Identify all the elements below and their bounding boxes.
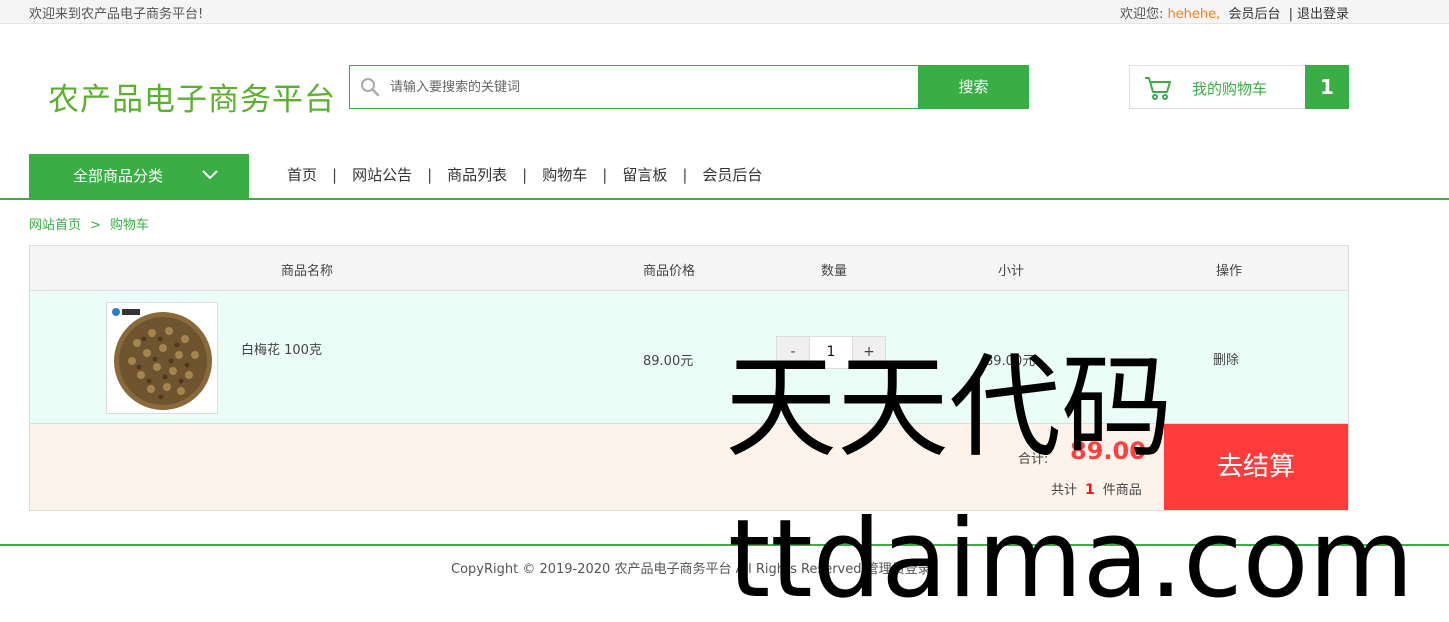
item-count: 共计 1 件商品 — [1051, 479, 1142, 498]
table-header: 商品名称 商品价格 数量 小计 操作 — [30, 246, 1348, 291]
nav-item-home[interactable]: 首页 — [287, 164, 317, 185]
welcome-text: 欢迎来到农产品电子商务平台! — [29, 7, 204, 22]
my-cart-label: 我的购物车 — [1192, 80, 1268, 98]
username: hehehe, — [1167, 7, 1221, 22]
header-product-name: 商品名称 — [281, 264, 334, 279]
nav-separator: | — [332, 166, 338, 184]
nav-separator: | — [682, 166, 688, 184]
product-name[interactable]: 白梅花 100克 — [241, 339, 322, 358]
all-categories-label: 全部商品分类 — [73, 167, 164, 185]
search-input[interactable] — [390, 74, 910, 100]
greeting-text: 欢迎您: — [1120, 7, 1164, 22]
nav-item-cart[interactable]: 购物车 — [542, 164, 587, 185]
search-box: 搜索 — [349, 65, 1029, 109]
delete-button[interactable]: 删除 — [1213, 349, 1239, 368]
main-nav: 首页 | 网站公告 | 商品列表 | 购物车 | 留言板 | 会员后台 — [287, 164, 762, 185]
watermark-url: ttdaima.com — [728, 497, 1414, 622]
nav-item-message-board[interactable]: 留言板 — [622, 164, 667, 185]
watermark-chinese: 天天代码 — [725, 343, 1173, 473]
topbar-separator: | — [1288, 7, 1293, 22]
member-center-link[interactable]: 会员后台 — [1228, 7, 1280, 22]
site-logo[interactable]: 农产品电子商务平台 — [48, 74, 336, 119]
nav-item-product-list[interactable]: 商品列表 — [447, 164, 507, 185]
cart-count-badge: 1 — [1305, 65, 1349, 109]
header-price: 商品价格 — [643, 264, 696, 279]
cart-icon — [1145, 77, 1171, 100]
header-quantity: 数量 — [821, 264, 848, 279]
chevron-down-icon — [202, 170, 218, 180]
logout-link[interactable]: 退出登录 — [1297, 7, 1349, 22]
breadcrumb-separator: > — [90, 218, 101, 233]
nav-item-announcements[interactable]: 网站公告 — [352, 164, 412, 185]
search-button[interactable]: 搜索 — [918, 65, 1029, 109]
breadcrumb-current[interactable]: 购物车 — [110, 218, 149, 233]
nav-separator: | — [427, 166, 433, 184]
user-info: 欢迎您: hehehe, 会员后台 | 退出登录 — [1120, 3, 1349, 22]
header-subtotal: 小计 — [998, 264, 1025, 279]
item-count-prefix: 共计 — [1051, 483, 1078, 498]
product-price: 89.00元 — [643, 354, 694, 369]
header-action: 操作 — [1216, 264, 1243, 279]
nav-separator: | — [522, 166, 528, 184]
breadcrumb-home[interactable]: 网站首页 — [29, 218, 81, 233]
my-cart-button[interactable]: 我的购物车 1 — [1129, 65, 1349, 109]
item-count-suffix: 件商品 — [1102, 483, 1142, 498]
item-count-value: 1 — [1085, 482, 1095, 498]
nav-separator: | — [602, 166, 608, 184]
search-icon — [361, 78, 380, 97]
product-image — [107, 303, 217, 413]
nav-divider — [0, 198, 1449, 200]
all-categories-button[interactable]: 全部商品分类 — [29, 154, 249, 198]
top-bar: 欢迎来到农产品电子商务平台! 欢迎您: hehehe, 会员后台 | 退出登录 — [0, 0, 1449, 24]
breadcrumb: 网站首页 > 购物车 — [29, 214, 149, 233]
product-thumbnail[interactable] — [106, 302, 218, 414]
nav-item-member-center[interactable]: 会员后台 — [702, 164, 762, 185]
